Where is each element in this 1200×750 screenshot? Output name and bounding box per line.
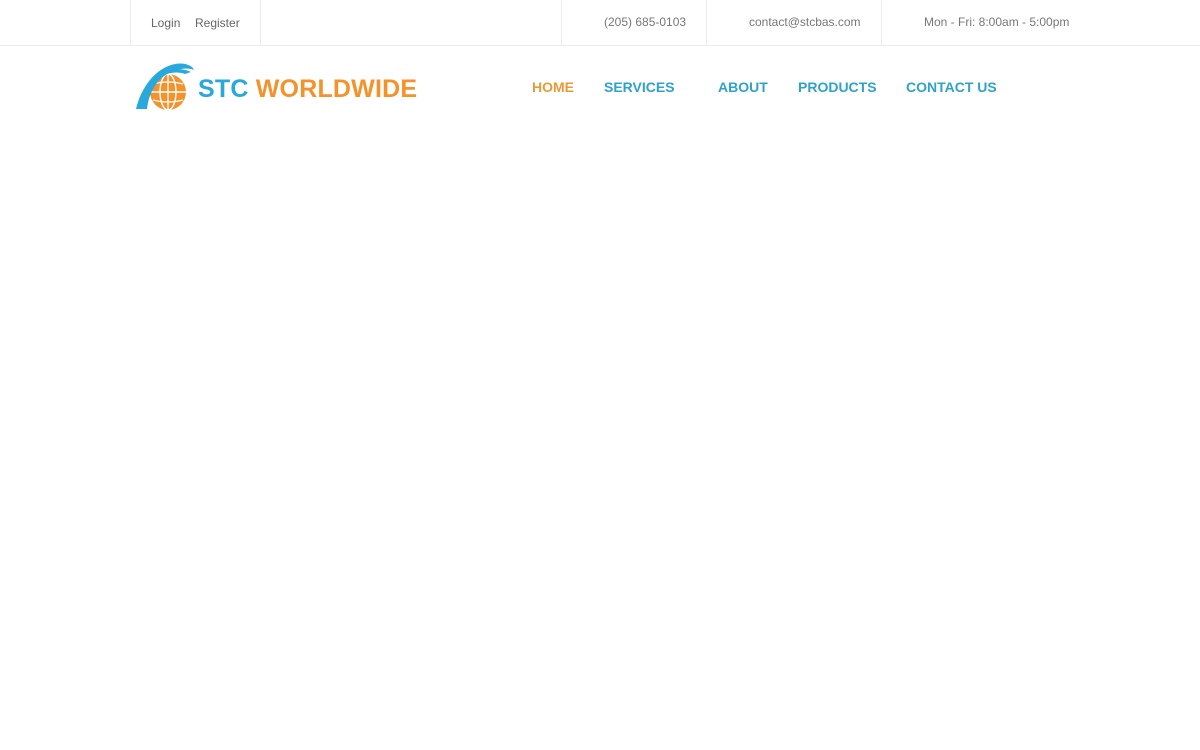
login-link[interactable]: Login: [151, 16, 180, 30]
nav-item-services[interactable]: SERVICES: [604, 79, 675, 95]
email-cell: contact@stcbas.com: [707, 0, 881, 46]
nav-item-products[interactable]: PRODUCTS: [798, 79, 877, 95]
globe-swoosh-icon: [136, 63, 194, 111]
brand-name-part2: WORLDWIDE: [255, 75, 418, 103]
phone-cell: (205) 685-0103: [562, 0, 706, 46]
email-address: contact@stcbas.com: [749, 15, 861, 29]
register-link[interactable]: Register: [195, 16, 240, 30]
brand-name-part1: STC: [198, 75, 249, 103]
nav-item-contact-us[interactable]: CONTACT US: [906, 79, 997, 95]
top-info-bar: Login Register (205) 685-0103 contact@st…: [0, 0, 1200, 46]
nav-item-about[interactable]: ABOUT: [718, 79, 768, 95]
phone-number: (205) 685-0103: [604, 15, 687, 29]
auth-links: Login Register: [130, 0, 261, 46]
nav-item-home[interactable]: HOME: [532, 79, 574, 95]
main-content: [0, 120, 1200, 750]
brand-name: STC WORLDWIDE: [198, 74, 417, 104]
hours-cell: Mon - Fri: 8:00am - 5:00pm: [882, 0, 1082, 46]
business-hours: Mon - Fri: 8:00am - 5:00pm: [924, 15, 1070, 29]
